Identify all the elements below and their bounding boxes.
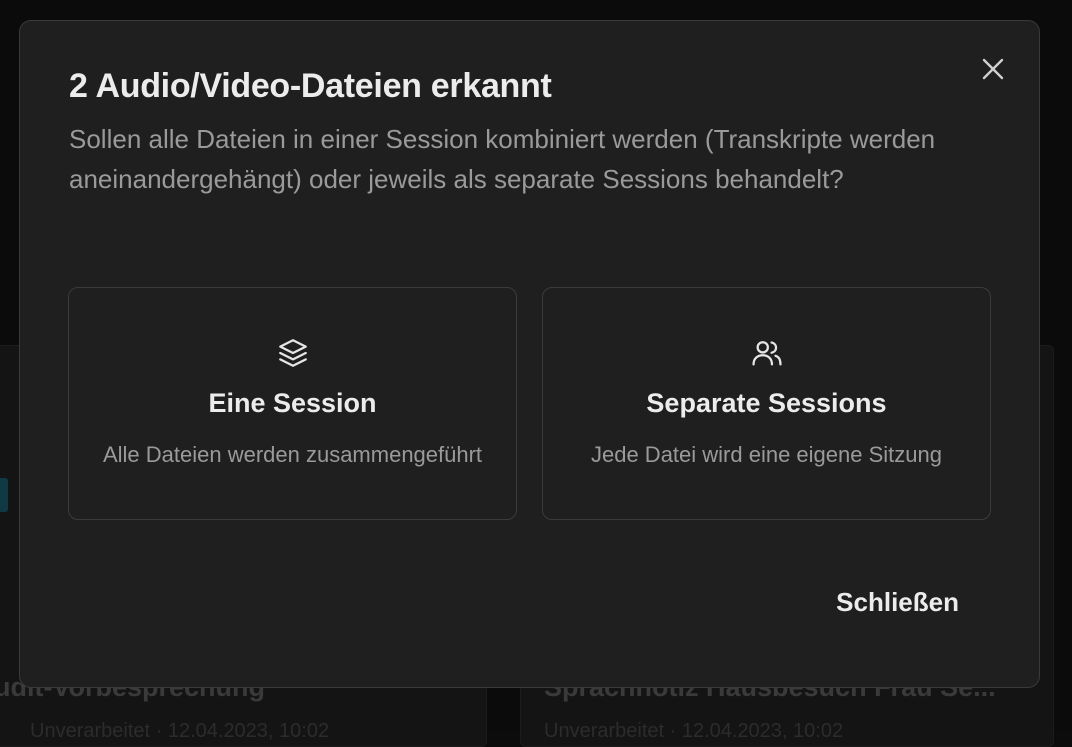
dialog-title: 2 Audio/Video-Dateien erkannt [69,67,552,105]
multi-file-dialog: 2 Audio/Video-Dateien erkannt Sollen all… [19,20,1040,688]
option-separate-sessions[interactable]: Separate Sessions Jede Datei wird eine e… [542,287,991,520]
close-dialog-button[interactable]: Schließen [836,587,959,618]
option-title: Eine Session [208,388,377,418]
option-title: Separate Sessions [646,388,887,418]
option-description: Jede Datei wird eine eigene Sitzung [590,442,942,467]
close-button[interactable] [981,57,1005,81]
option-description: Alle Dateien werden zusammengeführt [102,442,483,467]
background-accent-marker [0,478,8,512]
background-card-meta: Unverarbeitet · 12.04.2023, 10:02 [544,720,844,742]
close-icon [982,58,1004,80]
users-icon [750,336,784,370]
dialog-description: Sollen alle Dateien in einer Session kom… [69,124,936,194]
background-card-meta: Unverarbeitet · 12.04.2023, 10:02 [30,720,330,742]
option-single-session[interactable]: Eine Session Alle Dateien werden zusamme… [68,287,517,520]
layers-icon [276,336,310,370]
